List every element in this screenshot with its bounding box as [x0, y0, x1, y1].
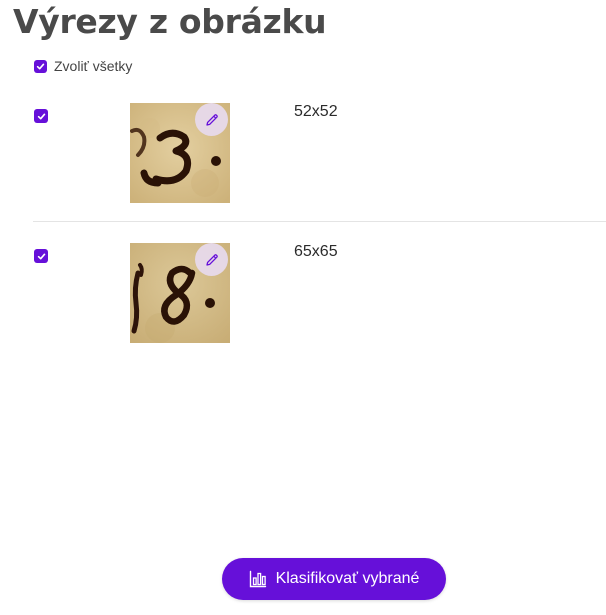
crop-thumbnail [130, 103, 230, 203]
check-icon [37, 113, 45, 119]
pencil-icon [205, 253, 218, 266]
row-divider [33, 221, 606, 222]
crop-checkbox[interactable] [34, 249, 48, 263]
crop-thumbnail [130, 243, 230, 343]
crop-checkbox[interactable] [34, 109, 48, 123]
classify-selected-button[interactable]: Klasifikovať vybrané [222, 558, 446, 600]
edit-crop-button[interactable] [195, 243, 228, 276]
crop-row: 52x52 [0, 103, 606, 213]
classify-button-label: Klasifikovať vybrané [275, 570, 420, 587]
page-title: Výrezy z obrázku [13, 2, 327, 41]
select-all-label: Zvoliť všetky [54, 58, 133, 74]
edit-crop-button[interactable] [195, 103, 228, 136]
crop-size-label: 52x52 [294, 103, 338, 120]
pencil-icon [205, 113, 218, 126]
crop-row: 65x65 [0, 243, 606, 353]
check-icon [36, 63, 45, 69]
bar-chart-icon [249, 570, 266, 588]
select-all-control[interactable]: Zvoliť všetky [34, 58, 132, 74]
crop-size-label: 65x65 [294, 243, 338, 260]
select-all-checkbox[interactable] [34, 59, 47, 73]
check-icon [37, 253, 45, 259]
